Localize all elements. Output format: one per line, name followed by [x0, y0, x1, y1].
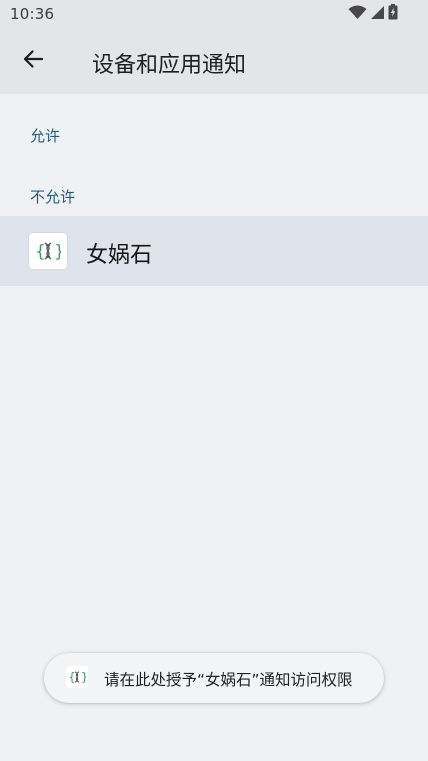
dna-braces-app-icon: { } — [66, 666, 88, 688]
app-list-item[interactable]: { } 女娲石 — [0, 216, 428, 286]
wifi-icon — [348, 5, 367, 24]
section-header-not-allowed: 不允许 — [30, 188, 76, 206]
back-button[interactable] — [10, 38, 56, 84]
dna-braces-app-icon: { } — [29, 233, 67, 269]
toast-text: 请在此处授予“女娲石”通知访问权限 — [104, 671, 353, 689]
status-bar: 10:36 — [0, 0, 428, 30]
svg-text:{: { — [35, 242, 46, 262]
battery-charging-icon — [388, 4, 398, 24]
notification-access-screen: 10:36 设备和应用通知 允许 不允许 {女娲石 {请在此处授予“女娲石”… — [0, 0, 428, 761]
svg-text:{: { — [68, 670, 75, 684]
app-bar: 设备和应用通知 — [0, 30, 428, 94]
toast-message: { } 请在此处授予“女娲石”通知访问权限 — [44, 653, 384, 703]
section-header-allowed: 允许 — [30, 127, 61, 145]
page-title: 设备和应用通知 — [92, 53, 247, 78]
arrow-left-icon — [22, 48, 44, 74]
svg-text:}: } — [54, 242, 61, 262]
svg-text:}: } — [81, 670, 86, 684]
status-time: 10:36 — [10, 5, 55, 23]
status-icons — [348, 4, 398, 24]
cellular-signal-icon — [370, 5, 385, 24]
app-name: 女娲石 — [86, 243, 153, 268]
